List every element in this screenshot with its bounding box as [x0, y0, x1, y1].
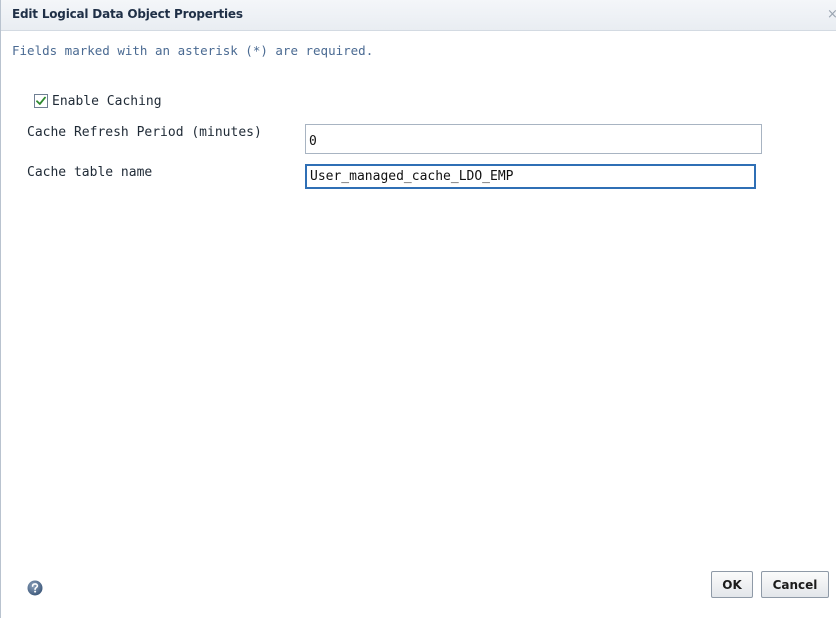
edit-logical-data-object-dialog: Edit Logical Data Object Properties × Fi…: [0, 0, 836, 618]
enable-caching-row[interactable]: Enable Caching: [34, 92, 162, 110]
question-circle-icon[interactable]: [27, 580, 43, 596]
ok-button[interactable]: OK: [711, 571, 753, 598]
help-icon-graphic: [27, 580, 43, 596]
cancel-button[interactable]: Cancel: [761, 571, 829, 598]
required-fields-note: Fields marked with an asterisk (*) are r…: [12, 43, 374, 58]
dialog-title: Edit Logical Data Object Properties: [12, 7, 243, 21]
close-icon[interactable]: ×: [827, 8, 836, 22]
enable-caching-label: Enable Caching: [52, 93, 162, 109]
cache-table-name-input[interactable]: [305, 164, 756, 189]
cache-table-name-label: Cache table name: [27, 165, 153, 180]
cache-refresh-period-input[interactable]: [305, 124, 762, 154]
enable-caching-checkbox[interactable]: [34, 94, 48, 108]
cache-refresh-period-label: Cache Refresh Period (minutes): [27, 125, 262, 140]
checkmark-icon: [36, 96, 46, 105]
dialog-titlebar: Edit Logical Data Object Properties ×: [1, 0, 836, 31]
